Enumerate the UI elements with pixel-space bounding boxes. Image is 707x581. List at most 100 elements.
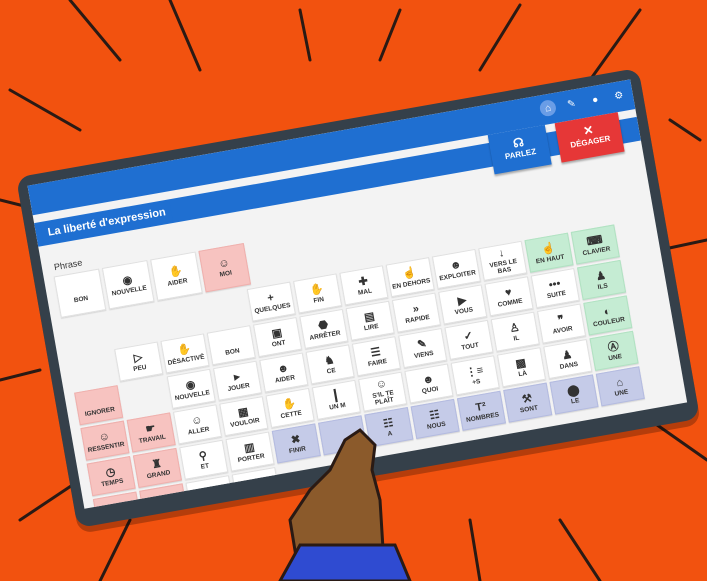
tile-en-dehors[interactable]: ☝ EN DEHORS [385, 257, 435, 298]
tile-label: PEU [132, 363, 148, 373]
tile-label: ONT [271, 338, 287, 349]
tile-label: COMME [497, 297, 523, 309]
tile-label: CE [326, 366, 337, 375]
symbol-icon: ⌂ [615, 375, 624, 389]
symbol-icon: + [266, 291, 275, 305]
tile-label: LIRE [363, 322, 380, 332]
tile-label: NOUVELLE [174, 388, 211, 402]
tile-viens[interactable]: ✎ VIENS [398, 327, 448, 369]
tile-vous[interactable]: ▶ VOUS [438, 284, 488, 325]
tile-label: AVOIR [552, 324, 574, 336]
tile-lire[interactable]: ▤ LIRE [345, 300, 395, 341]
tile-label: NOMBRES [465, 410, 500, 424]
empty-cell [154, 298, 203, 338]
symbol-icon: » [411, 302, 420, 316]
tile-label: TOUT [460, 341, 480, 352]
tile-un-m[interactable]: ┃ UN M [311, 379, 361, 420]
symbol-icon [341, 429, 343, 442]
tile-nouvelle[interactable]: ◉ NOUVELLE [101, 260, 155, 310]
tile-ignorer[interactable]: IGNORER [74, 385, 124, 426]
symbol-icon: ↓ [497, 247, 506, 260]
tile-label: ALLER [187, 425, 210, 437]
tile-blank[interactable] [318, 415, 368, 456]
tile-label: UNE [614, 388, 629, 398]
tile-ont[interactable]: ▣ ONT [253, 316, 303, 358]
tile-aider[interactable]: ☻ AIDER [259, 352, 309, 393]
home-icon[interactable]: ⌂ [538, 98, 558, 118]
tile-le[interactable]: ⬤ LE [549, 374, 599, 415]
tile-ce[interactable]: ♞ CE [305, 344, 355, 385]
tile-exploiter[interactable]: ☻ EXPLOITER [431, 248, 481, 290]
tile-la[interactable]: ▩ LÀ [496, 347, 547, 388]
tile-nombres[interactable]: T² NOMBRES [456, 390, 506, 431]
symbol-icon [97, 395, 99, 408]
tile-porter[interactable]: ▥ PORTER [225, 431, 275, 472]
tile-rapide[interactable]: » RAPIDE [391, 292, 441, 333]
empty-cell [68, 350, 117, 390]
tile-quelques[interactable]: + QUELQUES [246, 281, 296, 322]
tile-s[interactable]: ⋮≡ +S [450, 355, 500, 396]
tile-label: NOUVELLE [111, 284, 148, 298]
tile-label: EN HAUT [535, 253, 565, 265]
tile-peu[interactable]: ▷ PEU [114, 341, 164, 382]
tile-faire[interactable]: ☰ FAIRE [351, 336, 401, 377]
tile-label: EXPLOITER [438, 268, 477, 283]
tile-nouvelle[interactable]: ◉ NOUVELLE [166, 368, 216, 409]
tile-couleur[interactable]: ◐ COULEUR [583, 295, 633, 336]
tile-label: UNE [607, 352, 623, 362]
tile-fin[interactable]: ✋ FIN [293, 273, 343, 314]
tile-une[interactable]: ⌂ UNE [595, 366, 645, 407]
tile-label: FAIRE [367, 357, 388, 368]
tile-label: JOUER [227, 381, 251, 393]
tile-desactive[interactable]: ✋ DÉSACTIVÉ [160, 333, 210, 374]
tile-arreter[interactable]: ⬣ ARRÊTER [299, 308, 349, 349]
tile-label: MAL [357, 287, 373, 297]
tile-jouer[interactable]: ▸ JOUER [212, 360, 263, 401]
tile-quoi[interactable]: ☻ QUOI [404, 363, 454, 404]
tile-temps[interactable]: ◷ TEMPS [86, 455, 136, 497]
tile-bon[interactable]: BON [206, 325, 256, 366]
tile-cette[interactable]: ✋ CETTE [265, 387, 315, 429]
symbol-icon: ☺ [156, 492, 170, 507]
tile-a[interactable]: ☷ A [364, 407, 414, 448]
tile-avoir[interactable]: ❞ AVOIR [536, 303, 587, 344]
tile-aider[interactable]: ✋ AIDER [150, 251, 203, 301]
tile-moi[interactable]: ☺MOI [198, 243, 252, 293]
tile-aller[interactable]: ☺ ALLER [172, 404, 223, 445]
tile-ils[interactable]: ♟ ILS [577, 259, 627, 301]
tile-finir[interactable]: ✖ FINIR [271, 423, 321, 464]
tile-label: TEMPS [100, 477, 124, 488]
tile-tout[interactable]: ✓ TOUT [444, 319, 494, 360]
tile-grand[interactable]: ♜ GRAND [132, 447, 182, 488]
tile-sont[interactable]: ⚒ SONT [503, 382, 553, 423]
tile-label: VIENS [413, 349, 435, 360]
tile-label: FINIR [288, 444, 307, 455]
tile-mal[interactable]: ✚ MAL [339, 265, 389, 306]
symbol-icon: ❞ [556, 313, 565, 327]
tile-vers-le-bas[interactable]: ↓ VERS LE BAS [478, 240, 528, 281]
circle-icon[interactable]: ● [586, 91, 605, 110]
tile-dans[interactable]: ♟ DANS [543, 338, 593, 380]
tile-et[interactable]: ⚲ ET [179, 439, 229, 480]
tile-travail[interactable]: ☛ TRAVAIL [126, 412, 176, 453]
empty-cell [62, 314, 111, 354]
tile-en-haut[interactable]: ☝ EN HAUT [524, 232, 574, 273]
tile-clavier[interactable]: ⌨ CLAVIER [570, 224, 620, 265]
pencil-icon[interactable]: ✎ [562, 95, 581, 114]
gear-icon[interactable]: ⚙ [610, 86, 629, 105]
tile-moi[interactable]: ☺MOI [139, 483, 189, 509]
tile-une[interactable]: Ⓐ UNE [589, 330, 639, 371]
tile-label: COULEUR [592, 315, 626, 329]
phrase-label: Phrase [53, 257, 84, 273]
tile-nous[interactable]: ☷ NOUS [410, 398, 460, 440]
tile-comme[interactable]: ♥ COMME [484, 276, 534, 317]
symbol-icon: ☛ [203, 484, 216, 499]
tile-vouloir[interactable]: ▦ VOULOIR [219, 396, 269, 437]
tile-ressentir[interactable]: ☺ RESSENTIR [80, 420, 130, 461]
tile-label: ARRÊTER [308, 329, 342, 342]
tile-bon[interactable]: BON [53, 268, 107, 318]
tile-il[interactable]: ♙ IL [490, 311, 540, 352]
parlez-button[interactable]: ☊ PARLEZ [487, 124, 552, 175]
tile-s-il-te-plait[interactable]: ☺ S'IL TE PLAÎT [358, 371, 408, 412]
tile-suite[interactable]: ••• SUITE [530, 268, 580, 309]
